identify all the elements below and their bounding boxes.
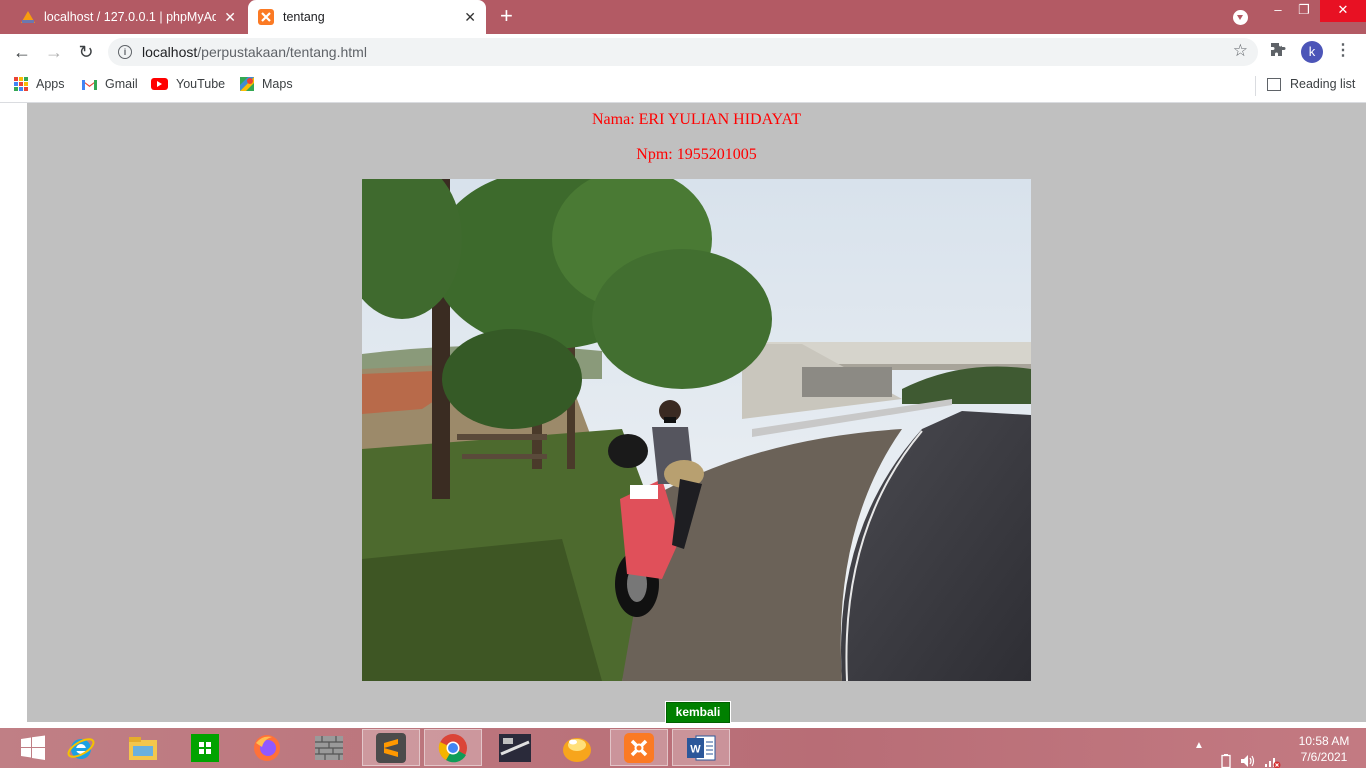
maps-icon bbox=[240, 77, 254, 91]
firefox-icon bbox=[254, 734, 280, 761]
browser-toolbar: ← → ↻ i localhost/perpustakaan/tentang.h… bbox=[0, 34, 1366, 70]
taskbar-game[interactable] bbox=[486, 729, 544, 766]
youtube-icon bbox=[151, 78, 168, 90]
chrome-icon bbox=[438, 733, 467, 762]
forward-arrow-icon[interactable]: → bbox=[42, 40, 66, 64]
taskbar-orb-app[interactable] bbox=[548, 729, 606, 766]
battery-icon[interactable] bbox=[1221, 741, 1231, 768]
url-text[interactable]: localhost/perpustakaan/tentang.html bbox=[142, 44, 367, 60]
address-bar[interactable]: i localhost/perpustakaan/tentang.html ☆ bbox=[108, 38, 1258, 66]
taskbar-sublime-text[interactable] bbox=[362, 729, 420, 766]
windows-taskbar: W ▲ 10:58 AM 7/6/2021 bbox=[0, 728, 1366, 768]
kembali-button[interactable]: kembali bbox=[665, 701, 731, 724]
clock-date: 7/6/2021 bbox=[1300, 750, 1348, 764]
reading-list-label: Reading list bbox=[1290, 77, 1356, 91]
orb-icon bbox=[563, 737, 591, 762]
apps-grid-icon bbox=[14, 77, 28, 91]
bookmarks-bar: Apps Gmail YouTube Maps Reading list bbox=[0, 70, 1366, 103]
site-info-icon[interactable]: i bbox=[118, 45, 132, 59]
bookmarks-separator bbox=[1255, 76, 1256, 96]
url-path: /perpustakaan/tentang.html bbox=[197, 44, 367, 60]
taskbar-wall-app[interactable] bbox=[300, 729, 358, 766]
student-name: Nama: ERI YULIAN HIDAYAT bbox=[591, 111, 801, 128]
tab-close-icon[interactable]: ✕ bbox=[224, 9, 236, 25]
taskbar-word[interactable]: W bbox=[672, 729, 730, 766]
bookmark-label: Gmail bbox=[105, 77, 138, 91]
taskbar-store[interactable] bbox=[176, 729, 234, 766]
tab-phpmyadmin[interactable]: localhost / 127.0.0.1 | phpMyAdmin ✕ bbox=[10, 0, 246, 34]
extensions-puzzle-icon[interactable] bbox=[1270, 42, 1286, 58]
back-arrow-icon[interactable]: ← bbox=[10, 40, 34, 64]
page-body: Nama: ERI YULIAN HIDAYAT Npm: 1955201005 bbox=[27, 103, 1366, 724]
bookmark-maps[interactable]: Maps bbox=[240, 77, 293, 91]
game-icon bbox=[499, 733, 531, 762]
xampp-icon bbox=[624, 732, 654, 763]
system-clock[interactable]: 10:58 AM 7/6/2021 bbox=[1290, 733, 1358, 765]
network-disconnected-icon[interactable] bbox=[1263, 741, 1281, 768]
tab-tentang[interactable]: tentang ✕ bbox=[248, 0, 486, 34]
more-menu-icon[interactable]: ⋮ bbox=[1335, 40, 1351, 60]
reading-list-icon bbox=[1267, 77, 1281, 91]
bookmark-youtube[interactable]: YouTube bbox=[151, 77, 225, 91]
word-icon: W bbox=[687, 735, 716, 760]
tray-overflow-chevron-icon[interactable]: ▲ bbox=[1194, 740, 1204, 768]
clock-time: 10:58 AM bbox=[1298, 734, 1350, 748]
bookmark-star-icon[interactable]: ☆ bbox=[1233, 41, 1248, 61]
tab-title: localhost / 127.0.0.1 | phpMyAdmin bbox=[44, 10, 216, 24]
wall-icon bbox=[315, 735, 343, 760]
taskbar-firefox[interactable] bbox=[238, 729, 296, 766]
volume-icon[interactable] bbox=[1240, 741, 1256, 768]
internet-explorer-icon bbox=[67, 737, 95, 759]
new-tab-plus-icon[interactable]: + bbox=[500, 5, 513, 27]
bookmark-apps[interactable]: Apps bbox=[14, 77, 65, 91]
url-host: localhost bbox=[142, 44, 198, 60]
bookmark-label: YouTube bbox=[176, 77, 226, 91]
tab-strip: localhost / 127.0.0.1 | phpMyAdmin ✕ ten… bbox=[0, 0, 1366, 34]
student-npm: Npm: 1955201005 bbox=[636, 146, 757, 163]
taskbar-chrome[interactable] bbox=[424, 729, 482, 766]
restore-icon[interactable]: ❐ bbox=[1288, 0, 1320, 22]
profile-avatar[interactable]: k bbox=[1301, 41, 1323, 63]
photo-of-person-with-motorcycle-by-highway-icon bbox=[362, 179, 1031, 681]
store-icon bbox=[191, 733, 219, 762]
svg-text:W: W bbox=[690, 743, 701, 755]
taskbar-file-explorer[interactable] bbox=[114, 729, 172, 766]
profile-photo bbox=[362, 179, 1031, 681]
reading-list-button[interactable]: Reading list bbox=[1267, 77, 1355, 91]
phpmyadmin-icon bbox=[21, 11, 35, 23]
sublime-text-icon bbox=[376, 732, 406, 763]
bookmark-label: Apps bbox=[36, 77, 65, 91]
start-icon bbox=[21, 735, 45, 760]
tab-title: tentang bbox=[283, 10, 325, 24]
bookmark-label: Maps bbox=[262, 77, 293, 91]
tab-search-chevron-icon[interactable] bbox=[1233, 10, 1248, 25]
window-close-icon[interactable]: ✕ bbox=[1320, 0, 1366, 22]
reload-icon[interactable]: ↻ bbox=[74, 40, 98, 64]
taskbar-xampp[interactable] bbox=[610, 729, 668, 766]
gmail-icon bbox=[82, 79, 97, 90]
bookmark-gmail[interactable]: Gmail bbox=[82, 77, 138, 91]
tab-close-icon[interactable]: ✕ bbox=[464, 9, 476, 25]
taskbar-internet-explorer[interactable] bbox=[52, 729, 110, 766]
xampp-favicon-icon bbox=[258, 9, 274, 25]
file-explorer-icon bbox=[129, 736, 157, 760]
